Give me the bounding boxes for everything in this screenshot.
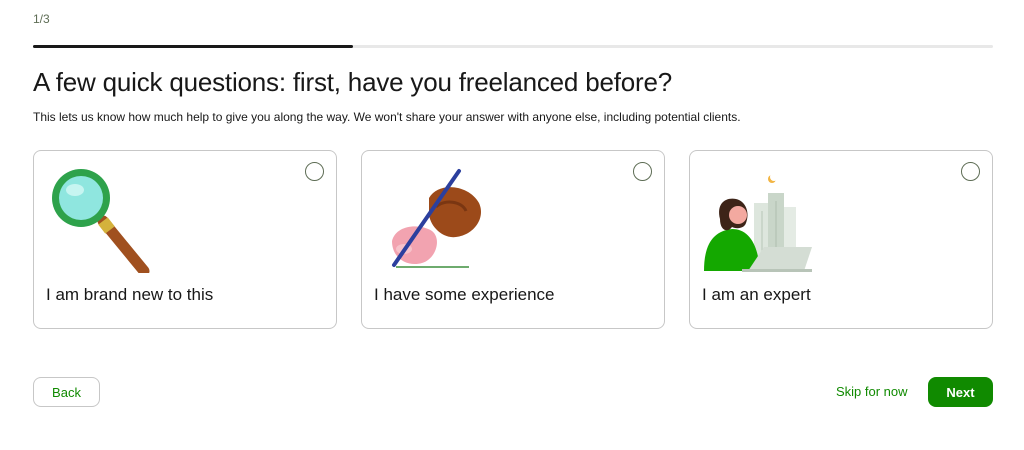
skip-for-now-link[interactable]: Skip for now	[836, 384, 908, 399]
option-radio[interactable]	[961, 162, 980, 181]
back-button[interactable]: Back	[33, 377, 100, 407]
page-title: A few quick questions: first, have you f…	[33, 67, 672, 97]
progress-bar-fill	[33, 45, 353, 48]
option-card-some-experience[interactable]: I have some experience	[361, 150, 665, 329]
onboarding-page: 1/3 A few quick questions: first, have y…	[0, 0, 1024, 450]
magnifying-glass-icon	[52, 169, 150, 273]
hand-writing-icon	[392, 169, 482, 268]
next-button[interactable]: Next	[928, 377, 993, 407]
option-radio[interactable]	[633, 162, 652, 181]
option-radio[interactable]	[305, 162, 324, 181]
option-card-brand-new[interactable]: I am brand new to this	[33, 150, 337, 329]
step-indicator: 1/3	[33, 12, 50, 26]
person-laptop-icon	[704, 173, 812, 272]
option-label: I am brand new to this	[46, 285, 214, 304]
option-label: I have some experience	[374, 285, 555, 304]
option-card-expert[interactable]: I am an expert	[689, 150, 993, 329]
page-description: This lets us know how much help to give …	[33, 110, 741, 124]
progress-bar	[33, 45, 993, 48]
option-label: I am an expert	[702, 285, 811, 304]
